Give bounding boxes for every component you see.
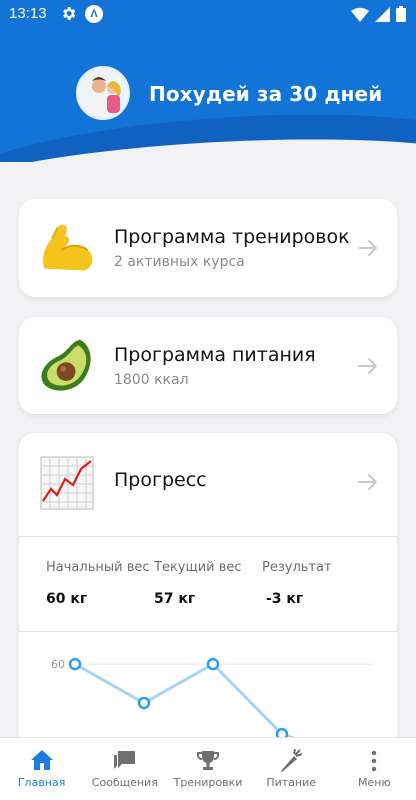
food-card-title: Программа питания <box>114 344 316 366</box>
nav-workouts[interactable]: Тренировки <box>166 738 249 800</box>
app-notification-icon: Λ <box>85 5 103 23</box>
workout-card-subtitle: 2 активных курса <box>114 254 245 270</box>
battery-icon <box>396 6 406 22</box>
more-vert-icon <box>372 750 377 772</box>
settings-gear-icon <box>63 7 76 20</box>
status-time: 13:13 <box>9 5 47 22</box>
workout-program-card[interactable]: Программа тренировок 2 активных курса <box>19 199 397 297</box>
app-title: Похудей за 30 дней <box>149 82 383 106</box>
avocado-icon <box>41 339 91 391</box>
result-label: Результат <box>262 560 332 575</box>
result-stat: Результат -3 кг <box>262 560 332 607</box>
nav-messages[interactable]: Сообщения <box>83 738 166 800</box>
start-weight-label: Начальный вес <box>46 560 150 575</box>
chart-data-point <box>137 696 151 710</box>
progress-divider <box>19 536 397 537</box>
nav-workouts-label: Тренировки <box>173 776 243 789</box>
arrow-right-icon <box>358 240 377 256</box>
home-icon <box>30 750 53 770</box>
app-logo-avatar <box>76 66 130 120</box>
arrow-right-icon <box>358 358 377 374</box>
nav-messages-label: Сообщения <box>91 776 158 789</box>
food-program-card[interactable]: Программа питания 1800 ккал <box>19 317 397 414</box>
current-weight-label: Текущий вес <box>154 560 242 575</box>
flexed-biceps-icon <box>43 224 93 271</box>
chart-data-point <box>68 657 82 671</box>
bottom-navigation: Главная Сообщения Тренировки Питание Мен… <box>0 737 416 800</box>
nav-menu-label: Меню <box>358 776 391 789</box>
start-weight-stat: Начальный вес 60 кг <box>46 560 150 607</box>
current-weight-value: 57 кг <box>154 591 196 607</box>
app-header: 13:13 Λ Похудей за 30 дней <box>0 0 416 162</box>
nav-home[interactable]: Главная <box>0 738 83 800</box>
chart-y-tick-label: 60 <box>51 658 65 671</box>
nav-nutrition-label: Питание <box>266 776 317 789</box>
food-card-subtitle: 1800 ккал <box>114 372 189 388</box>
progress-card[interactable]: Прогресс Начальный вес 60 кг Текущий вес… <box>19 433 397 753</box>
workout-card-title: Программа тренировок <box>114 226 350 248</box>
progress-card-title: Прогресс <box>114 469 207 491</box>
start-weight-value: 60 кг <box>46 591 88 607</box>
chart-data-point <box>206 657 220 671</box>
nav-menu[interactable]: Меню <box>333 738 416 800</box>
nav-home-label: Главная <box>17 776 66 789</box>
chart-divider <box>19 631 397 632</box>
status-icons <box>351 6 406 22</box>
carrot-icon <box>281 749 303 772</box>
trophy-icon <box>197 751 219 770</box>
current-weight-stat: Текущий вес 57 кг <box>154 560 242 607</box>
wifi-icon <box>351 7 369 22</box>
chart-increasing-icon <box>40 456 94 510</box>
signal-icon <box>375 6 390 22</box>
nav-nutrition[interactable]: Питание <box>250 738 333 800</box>
arrow-right-icon <box>358 474 377 490</box>
result-value: -3 кг <box>266 591 304 607</box>
weight-line-chart: 60 <box>51 657 371 753</box>
status-bar: 13:13 Λ <box>0 0 416 28</box>
chat-icon <box>113 751 135 769</box>
